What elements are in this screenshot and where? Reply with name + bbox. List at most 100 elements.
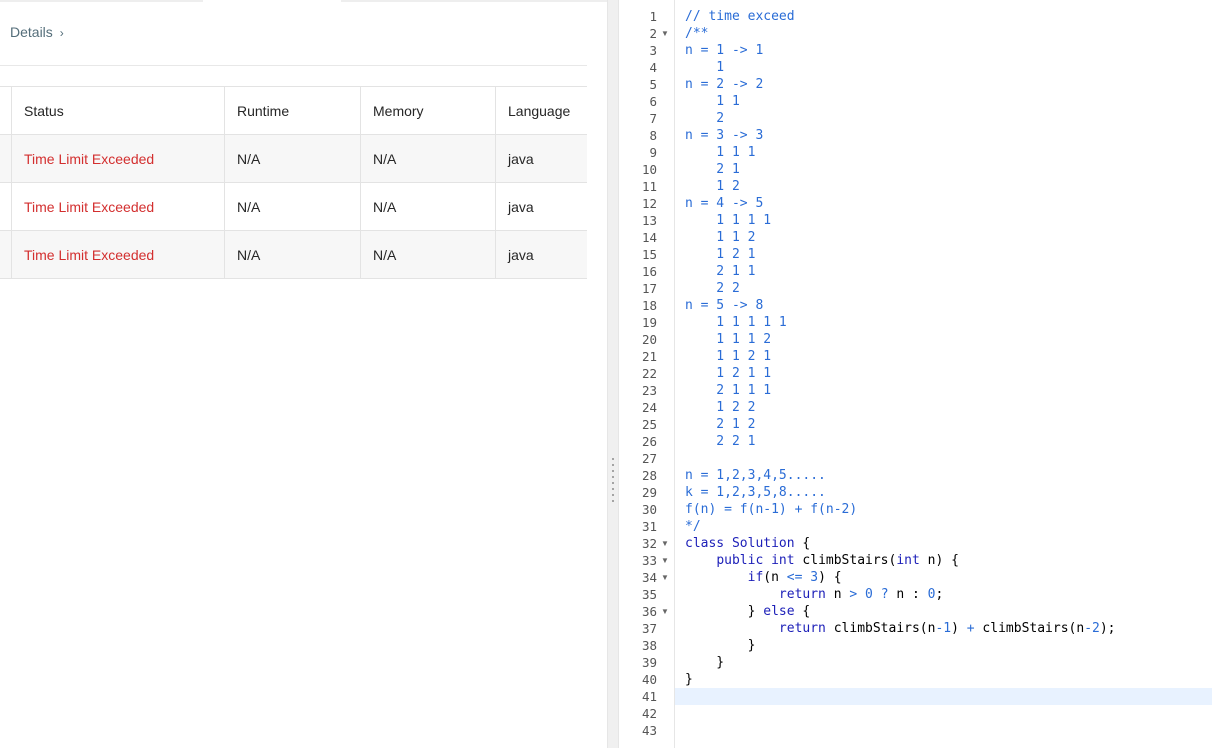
code-token: /** (685, 26, 709, 41)
fold-arrow-icon[interactable]: ▼ (660, 569, 670, 586)
code-line: n = 1 -> 1 (685, 42, 763, 59)
line-number: 35 (641, 587, 657, 602)
code-token: 0 (865, 587, 873, 602)
line-number: 34 (641, 570, 657, 585)
code-token: n = 5 -> 8 (685, 298, 764, 313)
code-token: ) (951, 621, 967, 636)
line-number: 23 (641, 383, 657, 398)
runtime-cell: N/A (237, 151, 261, 167)
code-token: ) { (818, 570, 842, 585)
fold-arrow-icon[interactable]: ▼ (660, 603, 670, 620)
code-token: if (747, 570, 764, 585)
code-line: 1 1 1 (685, 144, 755, 161)
code-content[interactable]: // time exceed/** n = 1 -> 1 1n = 2 -> 2 … (675, 0, 1212, 748)
code-token: else (763, 604, 795, 619)
code-line: 2 2 1 (685, 433, 755, 450)
line-number: 17 (641, 281, 657, 296)
language-cell: java (508, 199, 534, 215)
column-header-runtime[interactable]: Runtime (224, 87, 360, 135)
code-line: } (685, 654, 724, 671)
panel-resize-handle[interactable] (607, 0, 619, 748)
line-number: 25 (641, 417, 657, 432)
table-header-row: Status Runtime Memory Language (0, 87, 587, 135)
line-number: 19 (641, 315, 657, 330)
code-token: ); (1099, 621, 1116, 636)
status-cell[interactable]: Time Limit Exceeded (11, 231, 224, 279)
code-line: */ (685, 518, 701, 535)
code-line: 2 (685, 110, 724, 127)
column-header-status[interactable]: Status (11, 87, 224, 135)
code-line: 2 1 (685, 161, 740, 178)
code-token: 2 2 (685, 281, 740, 296)
line-number: 12 (641, 196, 657, 211)
code-line: } else { (685, 603, 811, 620)
line-number: 15 (641, 247, 657, 262)
code-token: 1 1 1 2 (685, 332, 772, 347)
code-line: 2 1 2 (685, 416, 755, 433)
code-line: 1 2 1 (685, 246, 755, 263)
details-label[interactable]: Details (10, 24, 53, 40)
code-token: n : (888, 587, 928, 602)
code-line: n = 4 -> 5 (685, 195, 763, 212)
status-cell[interactable]: Time Limit Exceeded (11, 135, 224, 183)
code-token: n = 4 -> 5 (685, 196, 764, 211)
code-token: // time exceed (685, 9, 795, 24)
line-number: 16 (641, 264, 657, 279)
line-number: 20 (641, 332, 657, 347)
column-header-memory[interactable]: Memory (360, 87, 495, 135)
column-header-language[interactable]: Language (495, 87, 587, 135)
code-token: 1 2 1 1 (685, 366, 772, 381)
line-number: 18 (641, 298, 657, 313)
code-token: 1 2 1 (685, 247, 756, 262)
line-number: 21 (641, 349, 657, 364)
code-token: 1 2 (685, 179, 740, 194)
fold-arrow-icon[interactable]: ▼ (660, 552, 670, 569)
code-token: class (685, 536, 725, 551)
code-line: n = 1,2,3,4,5..... (685, 467, 826, 484)
line-number: 31 (641, 519, 657, 534)
code-token: 2 1 2 (685, 417, 756, 432)
table-row[interactable]: Time Limit Exceeded N/A N/A java (0, 183, 587, 231)
submissions-panel: Details › Status Runtime Memory Language… (0, 0, 607, 748)
drag-grip-icon[interactable] (612, 456, 614, 504)
fold-arrow-icon[interactable]: ▼ (660, 535, 670, 552)
code-line: f(n) = f(n-1) + f(n-2) (685, 501, 857, 518)
code-token: <= (786, 570, 803, 585)
code-token: 2 (685, 111, 725, 126)
code-token: climbStairs(n (974, 621, 1085, 636)
details-link[interactable]: Details › (10, 22, 64, 42)
fold-arrow-icon[interactable]: ▼ (660, 25, 670, 42)
code-line: n = 5 -> 8 (685, 297, 763, 314)
code-token: } (685, 638, 756, 653)
code-line: 1 2 1 1 (685, 365, 771, 382)
code-line: 1 1 2 1 (685, 348, 771, 365)
code-token: 2 (1092, 621, 1100, 636)
code-line: 1 2 (685, 178, 740, 195)
code-line: } (685, 637, 756, 654)
code-editor[interactable]: 1 2 ▼ 3 4 5 6 7 8 9 10 11 12 13 14 15 16 17 18 19 20 21 22 23 24… (619, 0, 1212, 748)
code-line: class Solution { (685, 535, 810, 552)
line-number: 4 (649, 60, 657, 75)
code-token: (n (763, 570, 787, 585)
code-line: // time exceed (685, 8, 795, 25)
line-number: 2 (649, 26, 657, 41)
code-token: n = 2 -> 2 (685, 77, 764, 92)
line-number: 1 (649, 9, 657, 24)
code-line: 1 (685, 59, 724, 76)
line-number: 27 (641, 451, 657, 466)
line-number: 36 (641, 604, 657, 619)
table-row[interactable]: Time Limit Exceeded N/A N/A java (0, 135, 587, 183)
code-token: k = 1,2,3,5,8..... (685, 485, 826, 500)
code-token: } (685, 672, 693, 687)
table-row[interactable]: Time Limit Exceeded N/A N/A java (0, 231, 587, 279)
status-cell[interactable]: Time Limit Exceeded (11, 183, 224, 231)
code-token: int (896, 553, 920, 568)
line-number: 8 (649, 128, 657, 143)
code-token: n) { (919, 553, 959, 568)
code-token: n = 1,2,3,4,5..... (685, 468, 826, 483)
code-line: } (685, 671, 693, 688)
